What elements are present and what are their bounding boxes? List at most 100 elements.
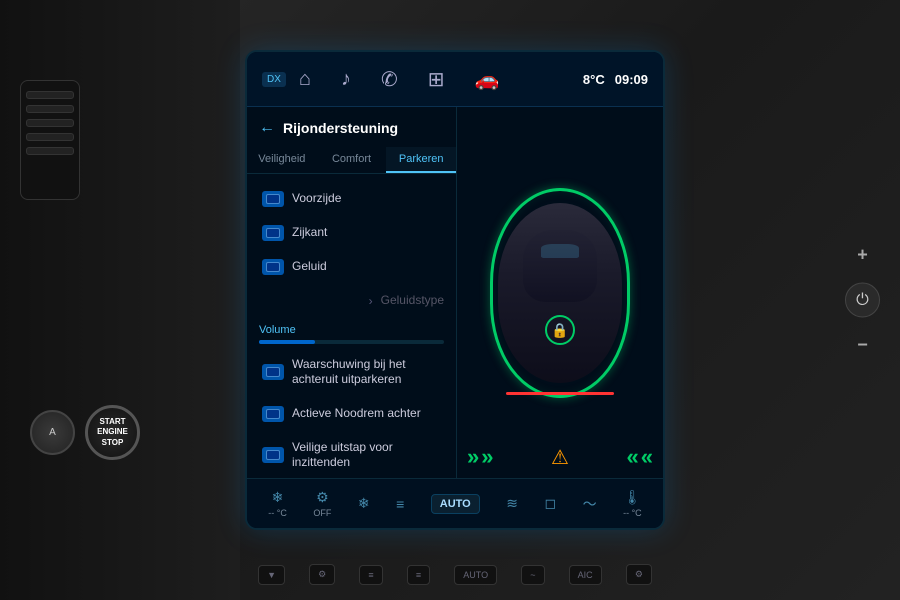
warning-triangle-icon: ⚠ [551,445,569,470]
menu-item-voorzijde[interactable]: Voorzijde [247,182,456,216]
phys-seat2[interactable]: ≡ [407,565,430,585]
menu-item-zijkant[interactable]: Zijkant [247,216,456,250]
menu-item-geluid[interactable]: Geluid [247,250,456,284]
voorzijde-label: Voorzijde [292,191,341,207]
right-temp-value: -- °C [623,508,642,518]
car-visualization: 🔒 » » ⚠ « « [457,107,663,478]
voorzijde-icon [262,191,284,207]
engine-label: ENGINE [97,427,128,437]
time-display: 09:09 [615,72,648,87]
rear-heat-item[interactable]: ≋ [506,495,518,512]
geluid-label: Geluid [292,259,327,275]
phys-settings[interactable]: ⚙ [309,564,335,585]
vent-slat [26,147,74,155]
car-body [498,203,622,383]
car-lock-icon: 🔒 [545,315,575,345]
menu-item-noodrem[interactable]: Actieve Noodrem achter [247,397,456,431]
nav-icons: ⌂ ♪ ✆ ⊞ 🚗 [294,62,505,97]
vent-icon: 〜 [583,494,597,514]
ac-item[interactable]: AUTO [431,494,480,514]
physical-button-strip: ▼ ⚙ ≡ ≡ AUTO ~ AIC ⚙ [250,564,660,585]
phys-right[interactable]: ⚙ [626,564,652,585]
a-button-label: A [49,427,56,438]
stop-label: STOP [102,438,124,448]
back-arrow-icon[interactable]: ← [259,119,275,137]
phys-defrost[interactable]: ~ [521,565,544,585]
left-temp-item: ❄ -- °C [268,489,287,518]
main-screen: DX ⌂ ♪ ✆ ⊞ 🚗 8°C 09:09 ← Rijonders [245,50,665,530]
menu-item-geluidstype[interactable]: › Geluidstype [247,284,456,318]
vent-slat [26,105,74,113]
ac-button[interactable]: AUTO [431,494,480,514]
waarschuwing-icon [262,364,284,380]
tab-parkeren[interactable]: Parkeren [386,147,456,173]
right-temp-item: 🌡 -- °C [623,489,642,518]
climate-bottom-bar: ❄ -- °C ⚙ OFF ❄ ≡ AUTO ≋ ◻ 〜 [247,478,663,528]
tab-veiligheid[interactable]: Veiligheid [247,147,317,173]
uitstap-icon [262,447,284,463]
left-panel: A START ENGINE STOP [0,0,240,600]
rear-heat-icon: ≋ [506,495,518,512]
nav-music-icon[interactable]: ♪ [336,63,356,96]
menu-item-uitstap[interactable]: Veilige uitstap voor inzittenden [247,431,456,480]
temperature-display: 8°C [583,72,605,87]
snowflake-icon: ❄ [358,495,370,512]
volume-bar-background [259,340,444,344]
volume-bar-fill [259,340,315,344]
nav-apps-icon[interactable]: ⊞ [423,62,450,97]
phys-auto[interactable]: AUTO [454,565,497,585]
start-stop-area: A START ENGINE STOP [30,405,140,460]
nav-car-icon[interactable]: 🚗 [470,62,505,97]
vent-item[interactable]: 〜 [583,494,597,514]
noodrem-label: Actieve Noodrem achter [292,406,421,422]
car-oval: 🔒 [490,188,630,398]
content-area: ← Rijondersteuning Veiligheid Comfort Pa… [247,107,663,478]
seat-icon: ≡ [368,570,373,580]
nav-phone-icon[interactable]: ✆ [376,62,403,97]
left-temp-value: -- °C [268,508,287,518]
menu-item-waarschuwing[interactable]: Waarschuwing bij het achteruit uitparker… [247,348,456,397]
left-chevron-2-icon: » [481,444,493,470]
phys-aic[interactable]: AIC [569,565,602,585]
left-temp-icon: ❄ [272,489,284,506]
right-temp-icon: 🌡 [623,489,641,506]
tab-comfort[interactable]: Comfort [317,147,387,173]
seat-heat-icon: ≡ [396,496,404,512]
seat2-icon: ≡ [416,570,421,580]
defrost-phys-icon: ~ [530,570,535,580]
volume-minus-button[interactable]: − [850,333,875,358]
phys-seat[interactable]: ≡ [359,565,382,585]
dx-badge: DX [262,72,286,87]
right-controls: + ⏻ − [845,243,880,358]
power-button[interactable]: ⏻ [845,283,880,318]
volume-label: Volume [259,324,444,336]
geluidstype-label: Geluidstype [381,293,444,309]
left-vent [20,80,80,200]
right-arrow-group: « « [627,444,654,470]
phys-fan-down[interactable]: ▼ [258,565,285,585]
car-roof [523,230,597,302]
seat-heat-item[interactable]: ≡ [396,496,404,512]
settings-icon: ⚙ [318,569,326,580]
a-button[interactable]: A [30,410,75,455]
fan-down-icon: ▼ [267,570,276,580]
nav-home-icon[interactable]: ⌂ [294,63,316,96]
volume-plus-button[interactable]: + [850,243,875,268]
parking-arrows: » » ⚠ « « [457,444,663,470]
sub-tabs: Veiligheid Comfort Parkeren [247,147,456,174]
right-chevron-1-icon: « [627,444,639,470]
start-engine-stop-button[interactable]: START ENGINE STOP [85,405,140,460]
zijkant-icon [262,225,284,241]
top-nav: DX ⌂ ♪ ✆ ⊞ 🚗 8°C 09:09 [247,52,663,107]
geluid-icon [262,259,284,275]
car-windshield [541,244,578,258]
volume-section: Volume [247,318,456,348]
vent-slat [26,133,74,141]
zijkant-label: Zijkant [292,225,327,241]
left-menu: ← Rijondersteuning Veiligheid Comfort Pa… [247,107,457,478]
auto-label: AUTO [463,570,488,580]
uitstap-label: Veilige uitstap voor inzittenden [292,440,444,471]
fan-off-label: OFF [313,508,331,518]
fan-off-item[interactable]: ⚙ OFF [313,489,331,518]
defrost-item[interactable]: ◻ [544,495,556,512]
